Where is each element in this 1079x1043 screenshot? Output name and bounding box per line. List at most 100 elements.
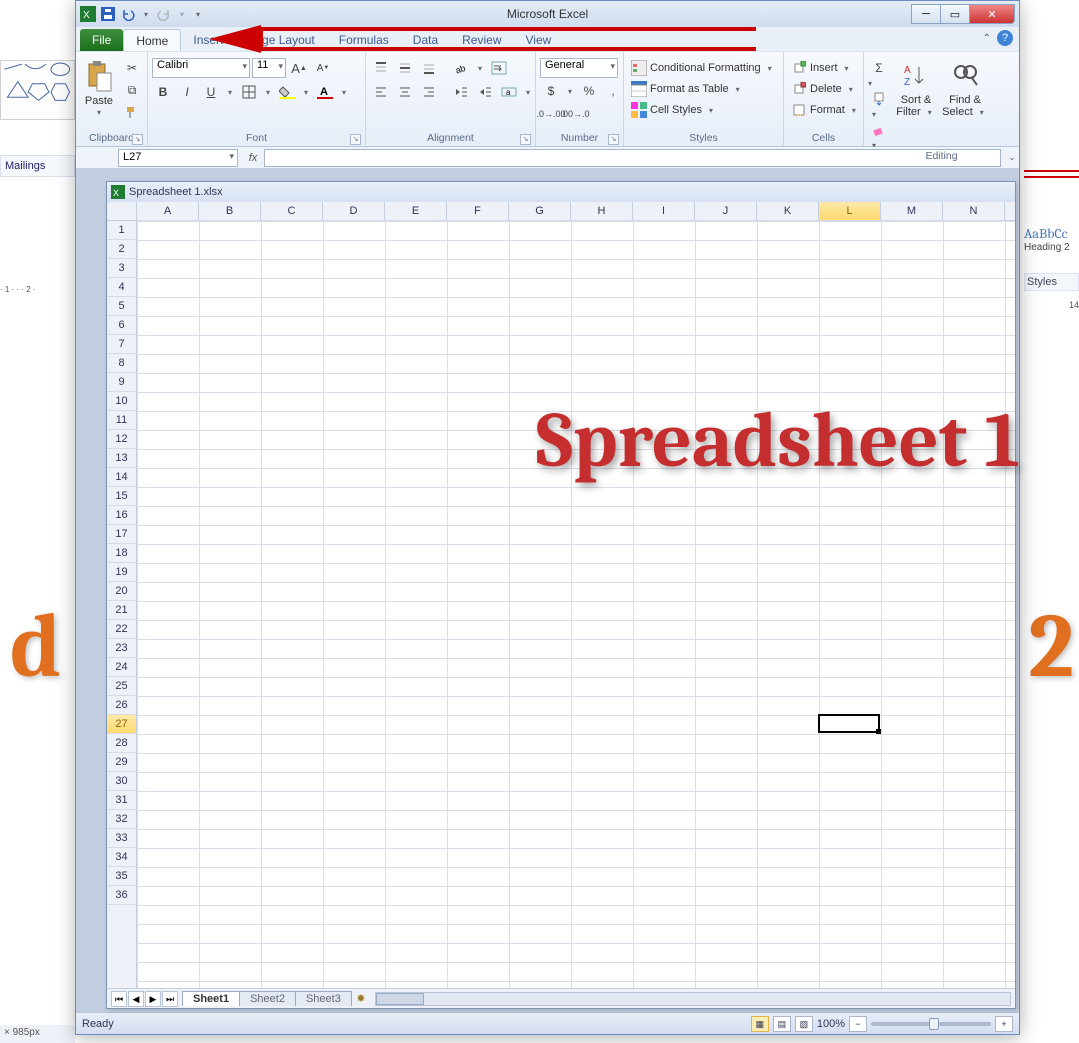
zoom-out-button[interactable]: − bbox=[849, 1016, 867, 1032]
sheet-tab[interactable]: Sheet3 bbox=[295, 991, 352, 1006]
border-dropdown[interactable]: ▾ bbox=[262, 88, 274, 97]
fill-handle[interactable] bbox=[876, 729, 881, 734]
save-icon[interactable] bbox=[100, 6, 116, 22]
autosum-dropdown[interactable]: ▾ bbox=[868, 79, 880, 88]
underline-dropdown[interactable]: ▾ bbox=[224, 88, 236, 97]
sheet-tab[interactable]: Sheet2 bbox=[239, 991, 296, 1006]
row-header[interactable]: 31 bbox=[107, 791, 137, 810]
prev-sheet-button[interactable]: ◀ bbox=[128, 991, 144, 1007]
cell-styles-button[interactable]: Cell Styles▾ bbox=[628, 100, 779, 120]
tab-formulas[interactable]: Formulas bbox=[327, 29, 401, 51]
row-header[interactable]: 32 bbox=[107, 810, 137, 829]
row-header[interactable]: 26 bbox=[107, 696, 137, 715]
row-header[interactable]: 5 bbox=[107, 297, 137, 316]
clipboard-dialog-launcher[interactable]: ↘ bbox=[132, 134, 143, 145]
find-select-button[interactable]: Find & Select ▾ bbox=[942, 54, 988, 124]
wrap-text-icon[interactable] bbox=[488, 58, 510, 78]
decrease-decimal-icon[interactable]: .00→.0 bbox=[564, 104, 586, 124]
column-header[interactable]: G bbox=[509, 202, 571, 221]
normal-view-button[interactable]: ▦ bbox=[751, 1016, 769, 1032]
column-header[interactable]: E bbox=[385, 202, 447, 221]
accounting-format-icon[interactable]: $ bbox=[540, 81, 562, 101]
format-painter-icon[interactable] bbox=[121, 102, 143, 122]
tab-file[interactable]: File bbox=[80, 29, 123, 51]
row-header[interactable]: 28 bbox=[107, 734, 137, 753]
cut-icon[interactable]: ✂ bbox=[121, 58, 143, 78]
zoom-in-button[interactable]: + bbox=[995, 1016, 1013, 1032]
number-dialog-launcher[interactable]: ↘ bbox=[608, 134, 619, 145]
tab-home[interactable]: Home bbox=[123, 29, 181, 51]
row-header[interactable]: 24 bbox=[107, 658, 137, 677]
merge-center-icon[interactable]: a bbox=[498, 82, 520, 102]
maximize-button[interactable]: ▭ bbox=[940, 4, 970, 24]
new-sheet-button[interactable]: ✸ bbox=[351, 992, 371, 1005]
delete-cells-button[interactable]: Delete▾ bbox=[788, 79, 863, 99]
name-box[interactable]: L27 bbox=[118, 149, 238, 167]
close-button[interactable]: ✕ bbox=[969, 4, 1015, 24]
row-header[interactable]: 12 bbox=[107, 430, 137, 449]
row-header[interactable]: 2 bbox=[107, 240, 137, 259]
column-header[interactable]: M bbox=[881, 202, 943, 221]
font-name-selector[interactable]: Calibri bbox=[152, 58, 250, 78]
row-header[interactable]: 35 bbox=[107, 867, 137, 886]
align-right-icon[interactable] bbox=[418, 82, 440, 102]
fx-icon[interactable]: fx bbox=[242, 152, 264, 164]
row-header[interactable]: 9 bbox=[107, 373, 137, 392]
cells-area[interactable] bbox=[137, 221, 1015, 988]
insert-cells-button[interactable]: Insert▾ bbox=[788, 58, 863, 78]
alignment-dialog-launcher[interactable]: ↘ bbox=[520, 134, 531, 145]
conditional-formatting-button[interactable]: Conditional Formatting▾ bbox=[628, 58, 779, 78]
row-header[interactable]: 33 bbox=[107, 829, 137, 848]
format-as-table-button[interactable]: Format as Table▾ bbox=[628, 79, 779, 99]
bold-icon[interactable]: B bbox=[152, 82, 174, 102]
last-sheet-button[interactable]: ⏭ bbox=[162, 991, 178, 1007]
column-header[interactable]: I bbox=[633, 202, 695, 221]
zoom-slider[interactable] bbox=[871, 1022, 991, 1026]
minimize-ribbon-icon[interactable]: ⌃ bbox=[983, 33, 991, 44]
row-header[interactable]: 27 bbox=[107, 715, 137, 734]
comma-format-icon[interactable]: , bbox=[602, 81, 624, 101]
tab-data[interactable]: Data bbox=[401, 29, 450, 51]
column-header[interactable]: C bbox=[261, 202, 323, 221]
next-sheet-button[interactable]: ▶ bbox=[145, 991, 161, 1007]
fill-icon[interactable] bbox=[868, 89, 890, 109]
horizontal-scrollbar[interactable] bbox=[375, 992, 1011, 1006]
font-color-icon[interactable]: A bbox=[314, 82, 336, 102]
number-format-selector[interactable]: General bbox=[540, 58, 618, 78]
row-header[interactable]: 34 bbox=[107, 848, 137, 867]
row-header[interactable]: 20 bbox=[107, 582, 137, 601]
sheet-tab[interactable]: Sheet1 bbox=[182, 991, 240, 1006]
row-header[interactable]: 11 bbox=[107, 411, 137, 430]
row-header[interactable]: 23 bbox=[107, 639, 137, 658]
column-header[interactable]: K bbox=[757, 202, 819, 221]
align-left-icon[interactable] bbox=[370, 82, 392, 102]
percent-format-icon[interactable]: % bbox=[578, 81, 600, 101]
accounting-dropdown[interactable]: ▾ bbox=[564, 87, 576, 96]
copy-icon[interactable]: ⧉ bbox=[121, 80, 143, 100]
column-header[interactable]: H bbox=[571, 202, 633, 221]
font-color-dropdown[interactable]: ▾ bbox=[338, 88, 350, 97]
select-all-corner[interactable] bbox=[107, 202, 137, 221]
column-header[interactable]: D bbox=[323, 202, 385, 221]
orientation-dropdown[interactable]: ▾ bbox=[474, 64, 486, 73]
column-header[interactable]: N bbox=[943, 202, 1005, 221]
row-header[interactable]: 25 bbox=[107, 677, 137, 696]
column-header[interactable]: J bbox=[695, 202, 757, 221]
align-bottom-icon[interactable] bbox=[418, 58, 440, 78]
fill-color-dropdown[interactable]: ▾ bbox=[300, 88, 312, 97]
row-header[interactable]: 17 bbox=[107, 525, 137, 544]
underline-icon[interactable]: U bbox=[200, 82, 222, 102]
row-header[interactable]: 8 bbox=[107, 354, 137, 373]
column-header[interactable]: F bbox=[447, 202, 509, 221]
row-header[interactable]: 15 bbox=[107, 487, 137, 506]
autosum-icon[interactable]: Σ bbox=[868, 58, 890, 78]
increase-indent-icon[interactable] bbox=[474, 82, 496, 102]
tab-view[interactable]: View bbox=[514, 29, 564, 51]
page-break-view-button[interactable]: ▧ bbox=[795, 1016, 813, 1032]
page-layout-view-button[interactable]: ▤ bbox=[773, 1016, 791, 1032]
column-header[interactable]: L bbox=[819, 202, 881, 221]
row-header[interactable]: 21 bbox=[107, 601, 137, 620]
minimize-button[interactable]: ─ bbox=[911, 4, 941, 24]
qat-customize-dropdown[interactable]: ▾ bbox=[192, 10, 204, 19]
row-header[interactable]: 1 bbox=[107, 221, 137, 240]
